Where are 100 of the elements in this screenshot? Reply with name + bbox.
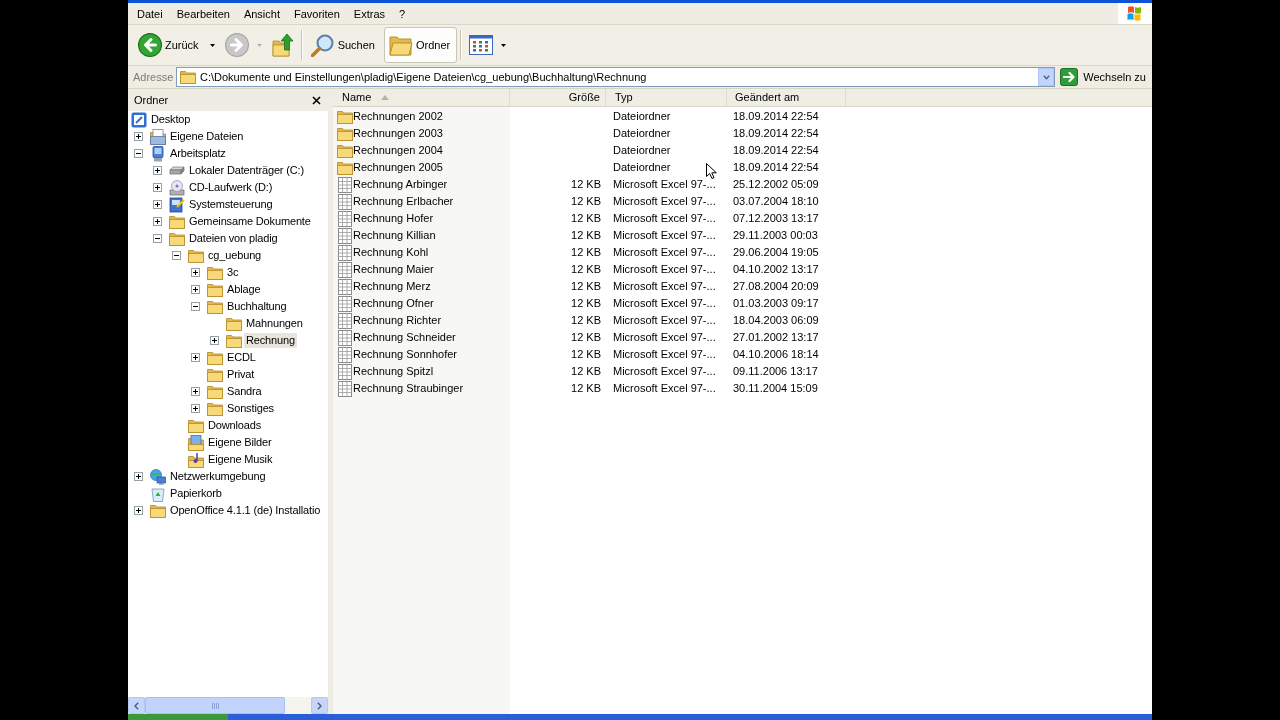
file-type: Microsoft Excel 97-... — [613, 364, 716, 380]
tree-item[interactable]: Arbeitsplatz — [168, 146, 228, 161]
expand-toggle[interactable] — [191, 268, 200, 277]
file-size: 12 KB — [571, 296, 601, 312]
search-button[interactable]: Suchen — [305, 27, 382, 63]
plus-icon — [193, 355, 198, 360]
file-name[interactable]: Rechnung Erlbacher — [353, 193, 454, 210]
plus-icon — [136, 134, 141, 139]
expand-toggle[interactable] — [153, 200, 162, 209]
menu-item[interactable]: Extras — [346, 3, 393, 24]
file-name[interactable]: Rechnung Richter — [353, 312, 442, 329]
expand-toggle[interactable] — [191, 353, 200, 362]
collapse-toggle[interactable] — [191, 302, 200, 311]
tree-item[interactable]: Dateien von pladig — [187, 231, 280, 246]
spreadsheet-file-icon — [337, 176, 353, 193]
file-name[interactable]: Rechnung Ofner — [353, 295, 434, 312]
tree-item[interactable]: Mahnungen — [244, 316, 305, 331]
expand-toggle[interactable] — [210, 336, 219, 345]
spreadsheet-file-icon — [337, 261, 353, 278]
column-header-label: Geändert am — [735, 90, 800, 106]
expand-toggle[interactable] — [153, 217, 162, 226]
scrollbar-thumb[interactable] — [145, 697, 285, 714]
tree-item[interactable]: Eigene Dateien — [168, 129, 246, 144]
folder-icon — [207, 298, 223, 315]
collapse-toggle[interactable] — [153, 234, 162, 243]
collapse-toggle[interactable] — [172, 251, 181, 260]
expand-toggle[interactable] — [134, 472, 143, 481]
plus-icon — [155, 202, 160, 207]
file-name[interactable]: Rechnungen 2005 — [353, 159, 443, 176]
expand-toggle[interactable] — [134, 506, 143, 515]
expand-toggle[interactable] — [191, 387, 200, 396]
minus-icon — [174, 253, 179, 258]
file-size: 12 KB — [571, 194, 601, 210]
menu-item[interactable]: Ansicht — [236, 3, 287, 24]
column-header-label: Typ — [615, 90, 633, 106]
file-name[interactable]: Rechnungen 2002 — [353, 108, 443, 125]
spreadsheet-file-icon — [337, 210, 353, 227]
plus-icon — [136, 474, 141, 479]
file-name[interactable]: Rechnung Merz — [353, 278, 431, 295]
expand-toggle[interactable] — [191, 404, 200, 413]
sort-ascending-icon — [381, 95, 390, 100]
caret-icon — [209, 43, 215, 47]
expand-toggle[interactable] — [134, 132, 143, 141]
tree-item[interactable]: cg_uebung — [206, 248, 264, 263]
modified-date: 30.11.2004 15:09 — [733, 381, 818, 397]
collapse-toggle[interactable] — [134, 149, 143, 158]
folder-icon — [207, 383, 223, 400]
tree-item[interactable]: Downloads — [206, 418, 264, 433]
file-name[interactable]: Rechnung Sonnhofer — [353, 346, 457, 363]
column-header[interactable]: Geändert am — [727, 89, 846, 106]
tree-item[interactable]: Privat — [225, 367, 257, 382]
file-type: Microsoft Excel 97-... — [613, 194, 716, 210]
column-header[interactable]: Größe — [510, 89, 606, 106]
go-button[interactable]: Wechseln zu — [1059, 67, 1148, 87]
tree-item[interactable]: Sonstiges — [225, 401, 276, 416]
menu-item[interactable]: Bearbeiten — [169, 3, 237, 24]
tree-item[interactable]: Eigene Bilder — [206, 435, 274, 450]
file-name[interactable]: Rechnung Spitzl — [353, 363, 434, 380]
tree-item[interactable]: OpenOffice 4.1.1 (de) Installatio — [168, 503, 323, 518]
tree-item[interactable]: Papierkorb — [168, 486, 224, 501]
back-button[interactable]: Zurück — [133, 27, 206, 63]
tree-item[interactable]: Rechnung — [244, 333, 297, 348]
file-name[interactable]: Rechnung Maier — [353, 261, 434, 278]
file-name[interactable]: Rechnung Kohl — [353, 244, 429, 261]
notepad-pencil-icon — [169, 196, 185, 213]
file-name[interactable]: Rechnung Hofer — [353, 210, 434, 227]
expand-toggle[interactable] — [153, 166, 162, 175]
menu-item[interactable]: Favoriten — [287, 3, 347, 24]
tree-item[interactable]: Sandra — [225, 384, 264, 399]
column-header[interactable]: Name — [333, 89, 510, 106]
folders-button[interactable]: Ordner — [383, 27, 458, 63]
expand-toggle[interactable] — [191, 285, 200, 294]
tree-item[interactable]: Eigene Musik — [206, 452, 275, 467]
column-header[interactable]: Typ — [606, 89, 727, 106]
spreadsheet-file-icon — [337, 193, 353, 210]
tree-item[interactable]: Desktop — [149, 112, 193, 127]
file-name[interactable]: Rechnung Schneider — [353, 329, 456, 346]
menu-item[interactable]: Datei — [130, 3, 170, 24]
file-name[interactable]: Rechnung Killian — [353, 227, 436, 244]
file-name[interactable]: Rechnung Straubinger — [353, 380, 464, 397]
tree-item[interactable]: Lokaler Datenträger (C:) — [187, 163, 306, 178]
tree-item[interactable]: Systemsteuerung — [187, 197, 275, 212]
horizontal-scrollbar[interactable] — [128, 697, 328, 714]
file-name[interactable]: Rechnungen 2004 — [353, 142, 443, 159]
close-button[interactable] — [311, 94, 322, 106]
tree-item[interactable]: Gemeinsame Dokumente — [187, 214, 313, 229]
tree-item[interactable]: ECDL — [225, 350, 258, 365]
folder-icon — [180, 69, 196, 85]
menu-item[interactable]: ? — [392, 3, 413, 24]
tree-item[interactable]: CD-Laufwerk (D:) — [187, 180, 275, 195]
folder-icon — [337, 159, 353, 176]
tree-item[interactable]: 3c — [225, 265, 241, 280]
expand-toggle[interactable] — [153, 183, 162, 192]
file-name[interactable]: Rechnung Arbinger — [353, 176, 448, 193]
start-button[interactable] — [128, 714, 228, 720]
file-size: 12 KB — [571, 177, 601, 193]
tree-item[interactable]: Buchhaltung — [225, 299, 289, 314]
tree-item[interactable]: Ablage — [225, 282, 263, 297]
file-name[interactable]: Rechnungen 2003 — [353, 125, 443, 142]
tree-item[interactable]: Netzwerkumgebung — [168, 469, 268, 484]
